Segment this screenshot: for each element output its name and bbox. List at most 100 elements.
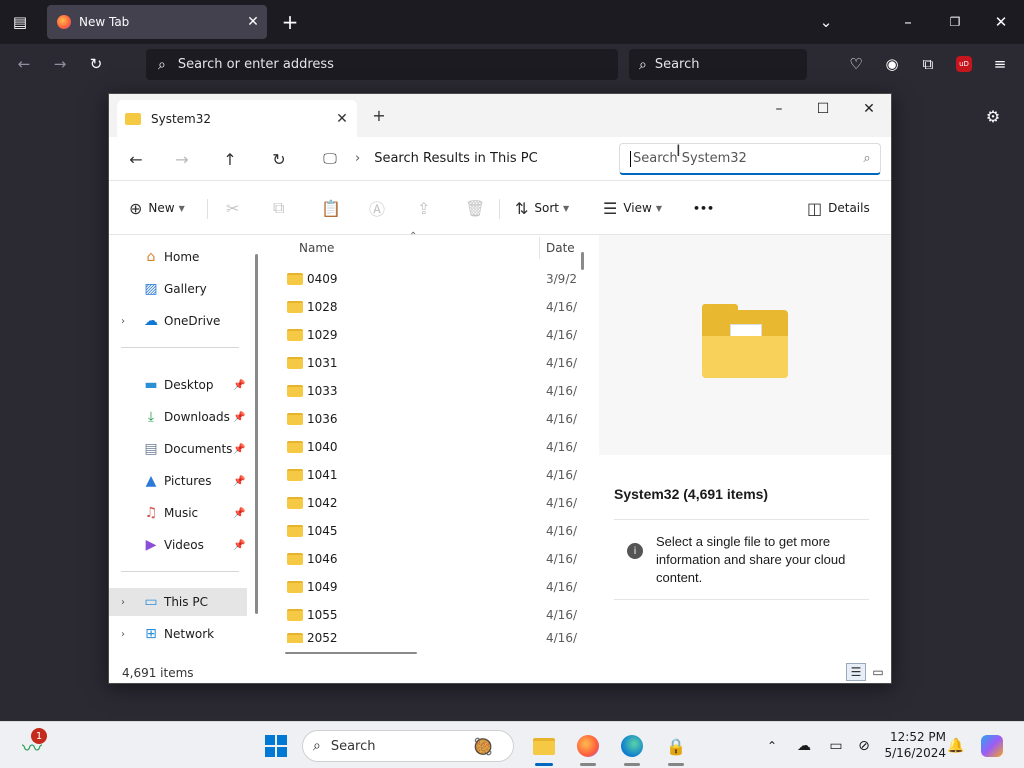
pin-icon[interactable]: 📌 bbox=[233, 380, 245, 391]
chevron-right-icon[interactable]: › bbox=[121, 597, 125, 608]
chevron-down-icon[interactable]: ⌄ bbox=[812, 8, 840, 36]
ublock-icon[interactable]: uD bbox=[950, 50, 978, 78]
firefox-taskbar-icon[interactable] bbox=[572, 730, 604, 762]
breadcrumb[interactable]: › Search Results in This PC bbox=[355, 151, 538, 166]
pin-icon[interactable]: 📌 bbox=[233, 412, 245, 423]
file-list-vertical-scrollbar[interactable] bbox=[581, 252, 584, 270]
view-button[interactable]: ☰ View ▼ bbox=[603, 194, 662, 222]
reload-icon[interactable]: ↻ bbox=[82, 50, 110, 78]
nav-item-pictures[interactable]: ▲ Pictures 📌 bbox=[109, 467, 247, 495]
browser-search-bar[interactable]: ⌕ Search bbox=[629, 49, 807, 80]
tiles-view-icon[interactable]: ▭ bbox=[868, 663, 888, 681]
taskbar-search-input[interactable]: Search bbox=[331, 739, 473, 754]
file-row[interactable]: 2052 4/16/ bbox=[269, 629, 591, 643]
nav-item-downloads[interactable]: ⤓ Downloads 📌 bbox=[109, 403, 247, 431]
search-input[interactable]: Search System32 bbox=[633, 151, 854, 166]
chevron-right-icon[interactable]: › bbox=[121, 629, 125, 640]
start-icon[interactable] bbox=[260, 730, 292, 762]
maximize-icon[interactable]: ☐ bbox=[801, 96, 845, 122]
chevron-up-icon[interactable]: ⌃ bbox=[756, 730, 788, 762]
nav-item-videos[interactable]: ▶ Videos 📌 bbox=[109, 531, 247, 559]
nav-item-home[interactable]: ⌂ Home bbox=[109, 243, 247, 271]
explorer-tab-system32[interactable]: System32 ✕ bbox=[117, 100, 357, 137]
pin-icon[interactable]: 📌 bbox=[233, 508, 245, 519]
refresh-icon[interactable]: ↻ bbox=[264, 145, 294, 173]
nav-item-music[interactable]: ♫ Music 📌 bbox=[109, 499, 247, 527]
file-row[interactable]: 1033 4/16/ bbox=[269, 377, 591, 405]
taskbar-search[interactable]: ⌕ Search 🥘 bbox=[302, 730, 514, 762]
file-row[interactable]: 1042 4/16/ bbox=[269, 489, 591, 517]
cloud-offline-icon[interactable]: ☁ bbox=[788, 730, 820, 762]
file-row[interactable]: 1028 4/16/ bbox=[269, 293, 591, 321]
file-row[interactable]: 1041 4/16/ bbox=[269, 461, 591, 489]
gear-icon[interactable]: ⚙ bbox=[979, 102, 1007, 130]
extensions-icon[interactable]: ⧉ bbox=[914, 50, 942, 78]
account-icon[interactable]: ◉ bbox=[878, 50, 906, 78]
file-row[interactable]: 1031 4/16/ bbox=[269, 349, 591, 377]
new-button[interactable]: ⊕ New ▼ bbox=[129, 194, 185, 222]
details-view-icon[interactable]: ☰ bbox=[846, 663, 866, 681]
copilot-icon[interactable] bbox=[976, 730, 1008, 762]
file-row[interactable]: 1049 4/16/ bbox=[269, 573, 591, 601]
more-options-button[interactable]: ••• bbox=[693, 194, 714, 222]
column-header-name[interactable]: Name bbox=[299, 241, 334, 255]
pin-icon[interactable]: 📌 bbox=[233, 444, 245, 455]
nav-item-this-pc[interactable]: › ▭ This PC bbox=[109, 588, 247, 616]
close-tab-icon[interactable]: ✕ bbox=[327, 111, 357, 127]
paste-button[interactable]: 📋 bbox=[321, 194, 341, 222]
forward-icon[interactable]: → bbox=[167, 145, 197, 173]
pocket-icon[interactable]: ♡ bbox=[842, 50, 870, 78]
nav-scrollbar[interactable] bbox=[255, 254, 258, 614]
details-button[interactable]: ◫ Details bbox=[807, 194, 870, 222]
cut-button[interactable]: ✂ bbox=[226, 194, 239, 222]
up-icon[interactable]: ↑ bbox=[215, 145, 245, 173]
browser-tab-new-tab[interactable]: New Tab ✕ bbox=[47, 5, 267, 39]
nav-item-onedrive[interactable]: › ☁ OneDrive bbox=[109, 307, 247, 335]
browser-search-input[interactable]: Search bbox=[655, 57, 700, 72]
forward-icon[interactable]: → bbox=[46, 50, 74, 78]
file-explorer-taskbar-icon[interactable] bbox=[528, 730, 560, 762]
pin-icon[interactable]: 📌 bbox=[233, 540, 245, 551]
file-row[interactable]: 1046 4/16/ bbox=[269, 545, 591, 573]
network-status-icon[interactable]: ⊘ bbox=[848, 730, 880, 762]
file-list-horizontal-scrollbar[interactable] bbox=[285, 652, 417, 654]
file-row[interactable]: 1055 4/16/ bbox=[269, 601, 591, 629]
system-clock[interactable]: 12:52 PM 5/16/2024 bbox=[880, 729, 946, 761]
address-input[interactable]: Search or enter address bbox=[178, 57, 334, 72]
delete-button[interactable]: 🗑 bbox=[465, 194, 485, 222]
edge-taskbar-icon[interactable] bbox=[616, 730, 648, 762]
menu-icon[interactable]: ≡ bbox=[986, 50, 1014, 78]
pin-icon[interactable]: 📌 bbox=[233, 476, 245, 487]
file-row[interactable]: 1029 4/16/ bbox=[269, 321, 591, 349]
restore-icon[interactable]: ❐ bbox=[941, 8, 969, 36]
nav-item-desktop[interactable]: ▬ Desktop 📌 bbox=[109, 371, 247, 399]
sort-button[interactable]: ⇅ Sort ▼ bbox=[515, 194, 569, 222]
nav-item-gallery[interactable]: ▨ Gallery bbox=[109, 275, 247, 303]
breadcrumb-search-results[interactable]: Search Results in This PC bbox=[374, 151, 537, 166]
new-tab-button[interactable]: + bbox=[276, 8, 304, 36]
copy-button[interactable]: ⧉ bbox=[273, 194, 284, 222]
share-button[interactable]: ⇪ bbox=[417, 194, 430, 222]
nav-item-network[interactable]: › ⊞ Network bbox=[109, 620, 247, 648]
nav-item-documents[interactable]: ▤ Documents 📌 bbox=[109, 435, 247, 463]
rename-button[interactable]: Ⓐ bbox=[369, 194, 385, 222]
security-taskbar-icon[interactable]: 🔒 bbox=[660, 730, 692, 762]
back-icon[interactable]: ← bbox=[121, 145, 151, 173]
list-all-tabs-icon[interactable]: ▤ bbox=[6, 8, 34, 36]
back-icon[interactable]: ← bbox=[10, 50, 38, 78]
minimize-icon[interactable]: – bbox=[757, 96, 801, 122]
file-row[interactable]: 1036 4/16/ bbox=[269, 405, 591, 433]
column-divider[interactable] bbox=[539, 237, 540, 259]
monitor-icon[interactable]: 🖵 bbox=[315, 145, 345, 173]
close-tab-icon[interactable]: ✕ bbox=[239, 14, 267, 30]
file-row[interactable]: 0409 3/9/2 bbox=[269, 265, 591, 293]
file-row[interactable]: 1040 4/16/ bbox=[269, 433, 591, 461]
new-tab-button[interactable]: + bbox=[369, 106, 389, 126]
file-row[interactable]: 1045 4/16/ bbox=[269, 517, 591, 545]
minimize-icon[interactable]: – bbox=[894, 8, 922, 36]
search-box[interactable]: Search System32 ⌕ bbox=[619, 143, 881, 175]
address-bar[interactable]: ⌕ Search or enter address bbox=[146, 49, 618, 80]
column-header-date[interactable]: Date bbox=[546, 241, 575, 255]
close-window-icon[interactable]: ✕ bbox=[847, 96, 891, 122]
chevron-right-icon[interactable]: › bbox=[121, 316, 125, 327]
